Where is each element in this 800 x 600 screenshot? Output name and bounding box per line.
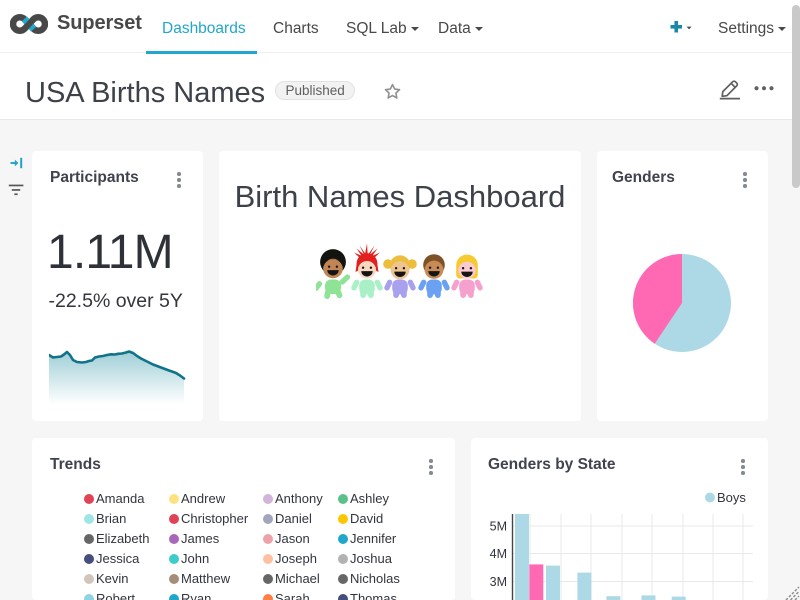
svg-text:4M: 4M — [490, 547, 507, 561]
svg-text:Boys: Boys — [717, 490, 746, 505]
svg-text:3M: 3M — [490, 575, 507, 589]
svg-text:5M: 5M — [490, 520, 507, 534]
